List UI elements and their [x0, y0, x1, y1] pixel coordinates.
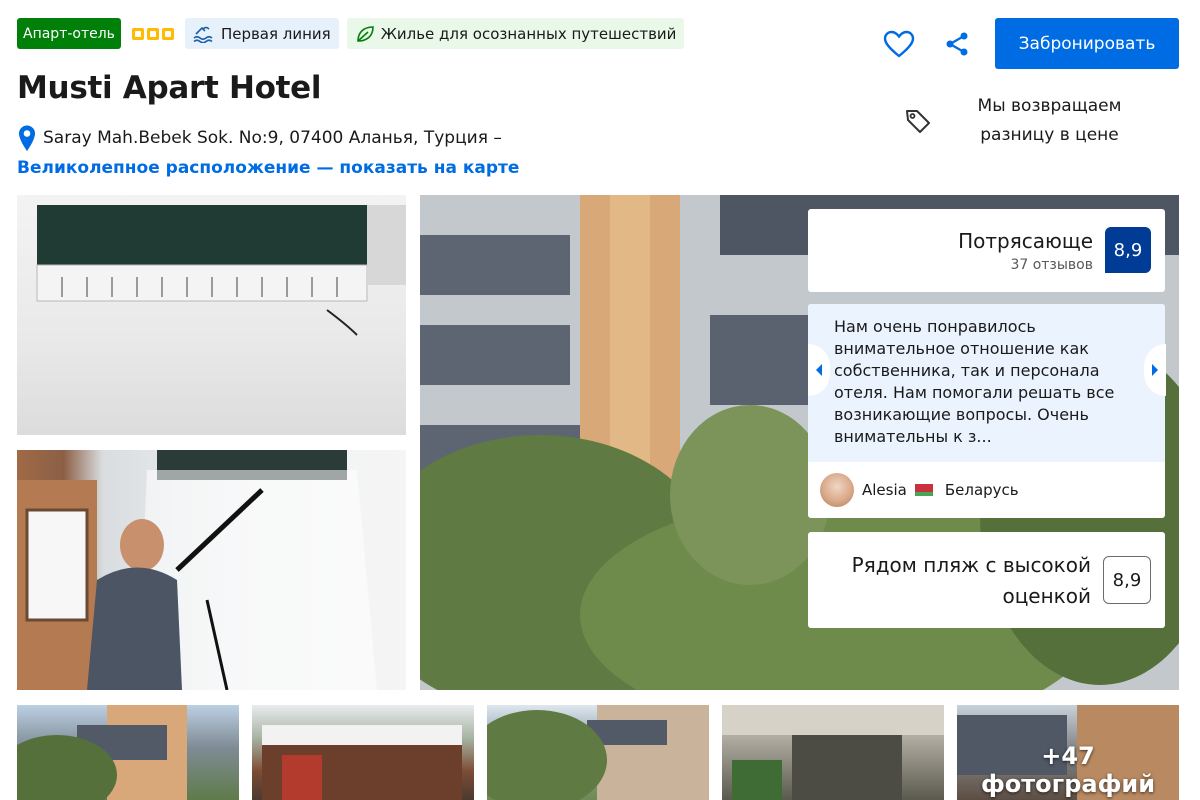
beachfront-badge[interactable]: Первая линия: [184, 18, 339, 49]
gallery-thumbnail[interactable]: [252, 705, 474, 800]
review-text: Нам очень понравилось внимательное отнош…: [808, 304, 1165, 462]
star-icon: [161, 27, 174, 40]
beach-score-badge: 8,9: [1103, 556, 1151, 604]
chevron-right-icon: [1152, 364, 1158, 376]
gallery-thumbnail[interactable]: [17, 705, 239, 800]
favorite-button[interactable]: [879, 24, 919, 64]
worker-illustration: [17, 450, 377, 690]
thumbnail-illustration: [487, 705, 709, 800]
sustainability-badge[interactable]: Жилье для осознанных путешествий: [346, 18, 685, 49]
sustainability-badge-label: Жилье для осознанных путешествий: [380, 24, 677, 43]
beach-rating-card[interactable]: Рядом пляж с высокой оценкой 8,9: [808, 532, 1165, 628]
air-conditioner-photo[interactable]: [17, 195, 406, 435]
thumbnail-illustration: [722, 705, 944, 800]
guest-review-card[interactable]: Нам очень понравилось внимательное отнош…: [808, 304, 1165, 518]
review-author: Alesia Беларусь: [808, 462, 1165, 518]
price-match-info[interactable]: Мы возвращаем разницу в цене: [904, 92, 1137, 150]
avatar: [820, 473, 854, 507]
thumbnail-illustration: [262, 725, 462, 800]
gallery-thumbnail[interactable]: [722, 705, 944, 800]
review-score-card[interactable]: Потрясающе 37 отзывов 8,9: [808, 209, 1165, 292]
chevron-left-icon: [816, 364, 822, 376]
star-icon: [131, 27, 144, 40]
review-author-name: Alesia: [862, 481, 907, 499]
property-type-badge: Апарт-отель: [17, 18, 121, 49]
show-on-map-link[interactable]: Великолепное расположение — показать на …: [17, 158, 519, 178]
star-icon: [146, 27, 159, 40]
price-tag-icon: [906, 110, 930, 133]
share-icon: [946, 32, 968, 55]
thumbnail-illustration: [17, 705, 187, 800]
review-author-country: Беларусь: [944, 481, 1019, 499]
star-rating: [131, 27, 174, 40]
address-text: Saray Mah.Bebek Sok. No:9, 07400 Аланья,…: [43, 128, 502, 148]
beach-wave-icon: [193, 26, 213, 43]
price-match-text: Мы возвращаем разницу в цене: [977, 96, 1122, 145]
more-photos-label: +47 фотографий: [980, 742, 1156, 798]
review-score-badge: 8,9: [1105, 227, 1151, 273]
flag-icon: [914, 484, 933, 496]
beachfront-badge-label: Первая линия: [220, 24, 331, 43]
beach-rating-text: Рядом пляж с высокой оценкой: [851, 553, 1091, 608]
gallery-thumbnail[interactable]: [487, 705, 709, 800]
review-score-word: Потрясающе: [958, 229, 1093, 253]
share-button[interactable]: [937, 24, 977, 64]
map-pin-icon: [19, 125, 35, 151]
property-badges: Апарт-отель Первая линия Жилье для осозн…: [17, 18, 685, 49]
heart-icon: [883, 30, 915, 58]
review-count: 37 отзывов: [1010, 257, 1093, 273]
header-actions: Забронировать: [879, 18, 1179, 69]
leaf-icon: [356, 25, 374, 42]
hotel-address: Saray Mah.Bebek Sok. No:9, 07400 Аланья,…: [17, 124, 502, 152]
reserve-button[interactable]: Забронировать: [995, 18, 1179, 69]
gallery-more-photos[interactable]: +47 фотографий: [957, 705, 1179, 800]
cleaning-worker-photo[interactable]: [17, 450, 406, 690]
air-conditioner-illustration: [36, 205, 406, 336]
hotel-name: Musti Apart Hotel: [17, 70, 322, 106]
